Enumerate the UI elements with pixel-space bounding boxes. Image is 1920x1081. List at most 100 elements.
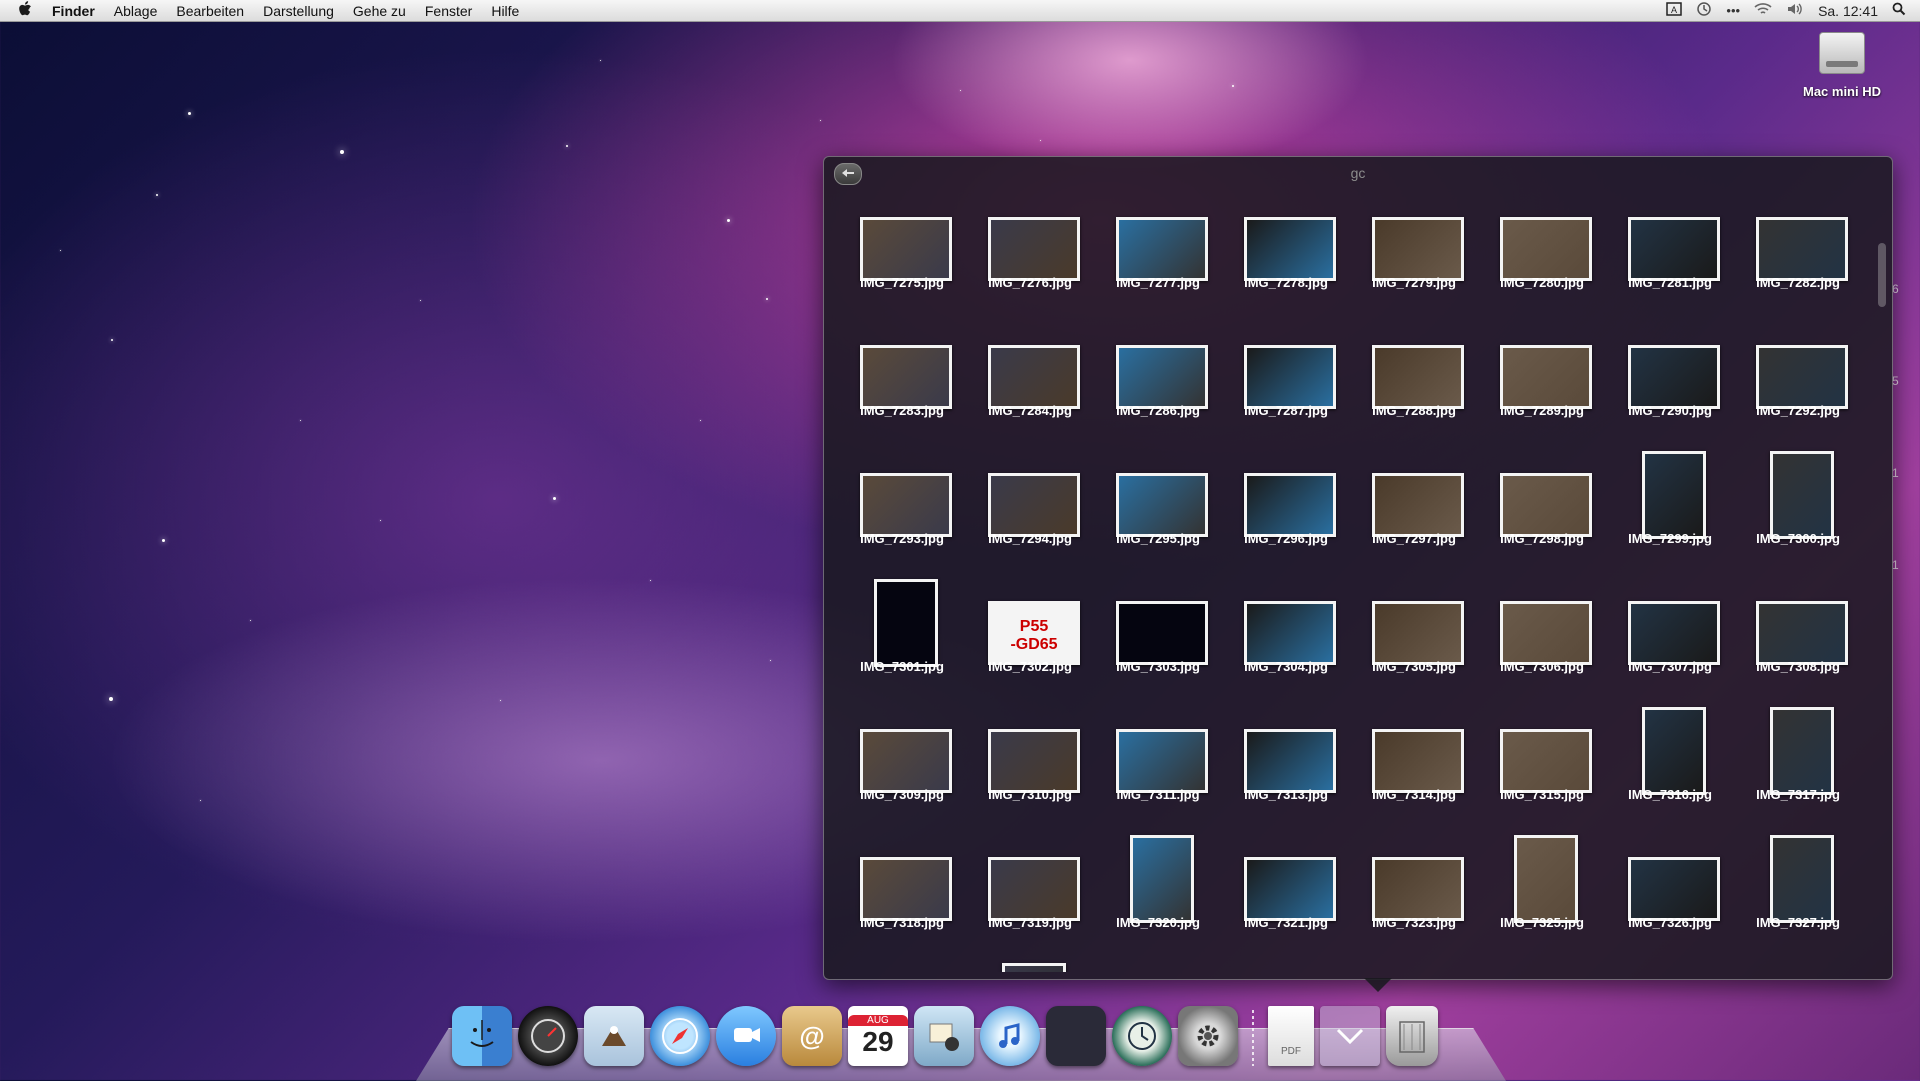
file-item[interactable]: IMG_7283.jpg — [838, 307, 966, 435]
menu-gehe-zu[interactable]: Gehe zu — [353, 3, 406, 19]
file-item[interactable]: IMG_7310.jpg — [966, 691, 1094, 819]
dashboard-icon[interactable] — [518, 1006, 578, 1066]
image-thumbnail — [1116, 345, 1208, 409]
ical-icon[interactable]: AUG 29 — [848, 1006, 908, 1066]
file-item[interactable]: IMG_7277.jpg — [1094, 187, 1222, 307]
file-item[interactable]: IMG_7319.jpg — [966, 819, 1094, 947]
file-item[interactable]: IMG_7289.jpg — [1478, 307, 1606, 435]
address-book-icon[interactable]: @ — [782, 1006, 842, 1066]
file-item[interactable]: IMG_7309.jpg — [838, 691, 966, 819]
file-item[interactable]: IMG_7284.jpg — [966, 307, 1094, 435]
file-item[interactable]: IMG_7288.jpg — [1350, 307, 1478, 435]
image-thumbnail — [1116, 729, 1208, 793]
file-item[interactable]: IMG_7287.jpg — [1222, 307, 1350, 435]
file-name: IMG_7300.jpg — [1756, 531, 1840, 546]
menu-hilfe[interactable]: Hilfe — [491, 3, 519, 19]
system-preferences-icon[interactable] — [1178, 1006, 1238, 1066]
file-item[interactable]: IMG_7320.jpg — [1094, 819, 1222, 947]
file-item[interactable]: IMG_7294.jpg — [966, 435, 1094, 563]
file-item[interactable]: IMG_7326.jpg — [1606, 819, 1734, 947]
file-item[interactable]: IMG_7282.jpg — [1734, 187, 1862, 307]
volume-icon[interactable] — [1786, 2, 1804, 19]
file-item[interactable]: IMG_7297.jpg — [1350, 435, 1478, 563]
file-item[interactable]: IMG_7323.jpg — [1350, 819, 1478, 947]
keyboard-input-icon[interactable]: A — [1666, 2, 1683, 19]
file-item[interactable]: IMG_7325.jpg — [1478, 819, 1606, 947]
file-item[interactable]: IMG_7307.jpg — [1606, 563, 1734, 691]
file-item[interactable]: IMG_7304.jpg — [1222, 563, 1350, 691]
bluetooth-dots-icon[interactable]: ••• — [1726, 3, 1740, 18]
file-item[interactable]: IMG_7276.jpg — [966, 187, 1094, 307]
ichat-icon[interactable] — [716, 1006, 776, 1066]
itunes-icon[interactable] — [980, 1006, 1040, 1066]
file-item[interactable]: IMG_7313.jpg — [1222, 691, 1350, 819]
file-item[interactable]: IMG_7293.jpg — [838, 435, 966, 563]
file-name: IMG_7326.jpg — [1628, 915, 1712, 930]
file-item-partial[interactable] — [1350, 947, 1478, 972]
menu-ablage[interactable]: Ablage — [114, 3, 158, 19]
time-machine-menu-icon[interactable] — [1696, 1, 1712, 20]
file-item-partial[interactable] — [966, 947, 1094, 972]
apple-menu-icon[interactable] — [18, 0, 40, 21]
file-item-partial[interactable] — [1734, 947, 1862, 972]
file-item-partial[interactable] — [838, 947, 966, 972]
mail-stamp-icon[interactable] — [584, 1006, 644, 1066]
file-item-partial[interactable] — [1606, 947, 1734, 972]
star — [162, 539, 165, 542]
file-item[interactable]: IMG_7286.jpg — [1094, 307, 1222, 435]
file-item[interactable]: IMG_7279.jpg — [1350, 187, 1478, 307]
file-item[interactable]: IMG_7306.jpg — [1478, 563, 1606, 691]
menu-darstellung[interactable]: Darstellung — [263, 3, 334, 19]
iphoto-icon[interactable] — [914, 1006, 974, 1066]
file-item[interactable]: IMG_7292.jpg — [1734, 307, 1862, 435]
file-item[interactable]: IMG_7308.jpg — [1734, 563, 1862, 691]
menu-fenster[interactable]: Fenster — [425, 3, 472, 19]
hard-disk-icon — [1819, 32, 1865, 74]
safari-icon[interactable] — [650, 1006, 710, 1066]
file-item[interactable]: IMG_7321.jpg — [1222, 819, 1350, 947]
time-machine-icon[interactable] — [1112, 1006, 1172, 1066]
file-item[interactable]: IMG_7316.jpg — [1606, 691, 1734, 819]
file-name: IMG_7297.jpg — [1372, 531, 1456, 546]
file-item[interactable]: P55 -GD65 IMG_7302.jpg — [966, 563, 1094, 691]
file-item[interactable]: IMG_7311.jpg — [1094, 691, 1222, 819]
file-item-partial[interactable] — [1094, 947, 1222, 972]
file-item[interactable]: IMG_7298.jpg — [1478, 435, 1606, 563]
finder-icon[interactable] — [452, 1006, 512, 1066]
menu-finder[interactable]: Finder — [52, 3, 95, 19]
file-item[interactable]: IMG_7327.jpg — [1734, 819, 1862, 947]
file-item[interactable]: IMG_7300.jpg — [1734, 435, 1862, 563]
file-item-partial[interactable] — [1478, 947, 1606, 972]
file-item[interactable]: IMG_7275.jpg — [838, 187, 966, 307]
spotlight-search-icon[interactable] — [1892, 2, 1906, 19]
scrollbar[interactable] — [1878, 243, 1886, 307]
file-item[interactable]: IMG_7314.jpg — [1350, 691, 1478, 819]
menu-bearbeiten[interactable]: Bearbeiten — [176, 3, 244, 19]
star — [340, 150, 344, 154]
file-item[interactable]: IMG_7295.jpg — [1094, 435, 1222, 563]
file-item[interactable]: IMG_7278.jpg — [1222, 187, 1350, 307]
image-thumbnail — [1642, 451, 1706, 539]
file-item[interactable]: IMG_7305.jpg — [1350, 563, 1478, 691]
file-item[interactable]: IMG_7299.jpg — [1606, 435, 1734, 563]
star — [111, 339, 113, 341]
file-item[interactable]: IMG_7281.jpg — [1606, 187, 1734, 307]
file-item[interactable]: IMG_7303.jpg — [1094, 563, 1222, 691]
file-item[interactable]: IMG_7317.jpg — [1734, 691, 1862, 819]
trash-icon[interactable] — [1386, 1006, 1438, 1066]
wifi-icon[interactable] — [1754, 2, 1772, 19]
pdf-document-icon[interactable]: PDF — [1268, 1006, 1314, 1066]
file-item[interactable]: IMG_7290.jpg — [1606, 307, 1734, 435]
desktop-hard-disk[interactable]: Mac mini HD — [1792, 32, 1892, 99]
thumb-text: -GD65 — [1010, 636, 1058, 653]
menu-clock[interactable]: Sa. 12:41 — [1818, 3, 1878, 19]
file-item-partial[interactable] — [1222, 947, 1350, 972]
file-item[interactable]: IMG_7301.jpg — [838, 563, 966, 691]
file-item[interactable]: IMG_7318.jpg — [838, 819, 966, 947]
file-item[interactable]: IMG_7296.jpg — [1222, 435, 1350, 563]
file-name: IMG_7277.jpg — [1116, 275, 1200, 290]
spaces-icon[interactable] — [1046, 1006, 1106, 1066]
downloads-stack-icon[interactable] — [1320, 1006, 1380, 1066]
file-item[interactable]: IMG_7280.jpg — [1478, 187, 1606, 307]
file-item[interactable]: IMG_7315.jpg — [1478, 691, 1606, 819]
